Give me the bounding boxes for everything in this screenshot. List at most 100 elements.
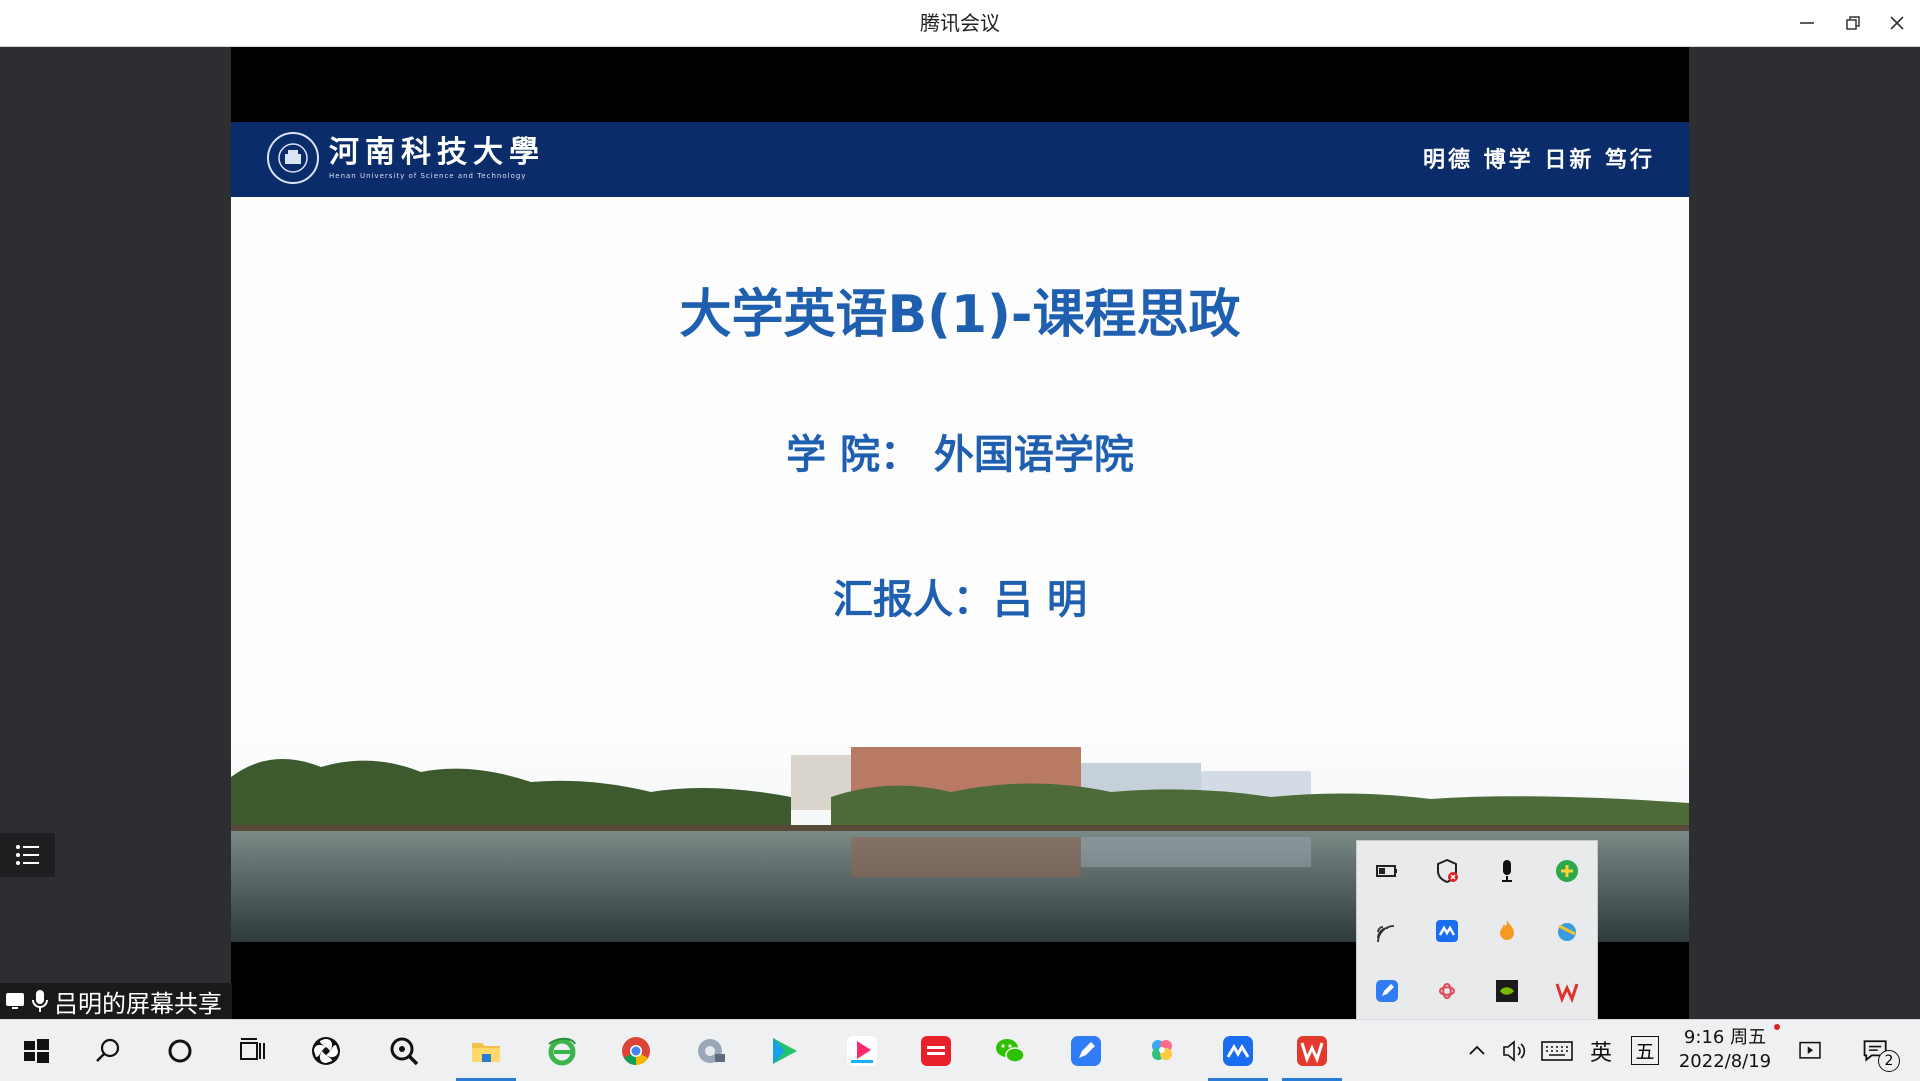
wireless-icon — [1377, 925, 1395, 943]
taskbar-app-magnifier[interactable] — [374, 1020, 434, 1081]
taskbar-clock[interactable]: 9:16 周五 2022/8/19 — [1660, 1026, 1790, 1074]
cortana-button[interactable] — [150, 1020, 210, 1081]
touch-keyboard-button[interactable] — [1534, 1040, 1580, 1062]
slide-title: 大学英语B(1)-课程思政 — [679, 285, 1241, 345]
volume-button[interactable] — [1494, 1039, 1534, 1063]
flower-icon — [1152, 1039, 1172, 1060]
tray-microphone[interactable] — [1477, 841, 1537, 901]
task-view-button[interactable] — [222, 1020, 282, 1081]
university-seal-icon — [267, 132, 319, 184]
tray-knot-app[interactable] — [1417, 961, 1477, 1021]
taskbar-photos-app[interactable] — [1132, 1020, 1192, 1081]
tray-wireless[interactable] — [1357, 901, 1417, 961]
globe-pen-icon — [1558, 923, 1576, 941]
action-center-button[interactable]: 2 — [1846, 1020, 1906, 1081]
magnifier-icon — [390, 1037, 419, 1065]
taskbar-app-gear[interactable] — [680, 1020, 740, 1081]
tray-tencent-meeting[interactable] — [1417, 901, 1477, 961]
search-button[interactable] — [78, 1020, 138, 1081]
tray-security[interactable] — [1417, 841, 1477, 901]
clock-date: 2022/8/19 — [1678, 1051, 1772, 1072]
notification-count-badge: 2 — [1878, 1050, 1900, 1072]
presentation-slide: 河南科技大學 Henan University of Science and T… — [231, 122, 1689, 942]
tencent-meeting-icon — [1223, 1035, 1253, 1066]
taskbar-youdao[interactable] — [906, 1020, 966, 1081]
pen-note-icon — [1376, 980, 1398, 1002]
search-icon — [96, 1038, 120, 1062]
close-button[interactable] — [1874, 0, 1920, 46]
taskbar: 英 五 9:16 周五 2022/8/19 2 — [0, 1019, 1920, 1081]
show-desktop-button[interactable] — [1780, 1020, 1840, 1081]
windows-icon — [24, 1038, 49, 1063]
meeting-stage: 河南科技大學 Henan University of Science and T… — [0, 47, 1920, 1019]
share-label-text: 吕明的屏幕共享 — [54, 989, 222, 1018]
screen-share-icon — [6, 993, 24, 1009]
start-button[interactable] — [6, 1020, 66, 1081]
title-bar: 腾讯会议 — [0, 0, 1920, 47]
restore-button[interactable] — [1830, 0, 1876, 46]
battery-icon — [1376, 865, 1397, 877]
taskbar-app-pinwheel[interactable] — [296, 1020, 356, 1081]
taskbar-file-explorer[interactable] — [456, 1020, 516, 1081]
tencent-meeting-icon — [1436, 920, 1458, 942]
slide-college: 学 院： 外国语学院 — [786, 432, 1134, 478]
slide-header: 河南科技大學 Henan University of Science and T… — [231, 122, 1689, 197]
screen-share-indicator: 吕明的屏幕共享 — [0, 983, 232, 1019]
window-title: 腾讯会议 — [920, 11, 1000, 35]
nvidia-icon — [1496, 980, 1518, 1002]
tray-lark[interactable] — [1357, 961, 1417, 1021]
tray-network-app[interactable] — [1537, 901, 1597, 961]
knot-icon — [1438, 982, 1456, 1000]
minimize-button[interactable] — [1784, 0, 1830, 46]
taskbar-chrome[interactable] — [606, 1020, 666, 1081]
university-motto: 明德 博学 日新 笃行 — [1423, 148, 1655, 173]
pen-note-icon — [1071, 1035, 1101, 1066]
wps-icon — [1297, 1035, 1327, 1066]
taskbar-lark[interactable] — [1056, 1020, 1116, 1081]
youku-icon — [847, 1035, 877, 1066]
wps-icon — [1555, 983, 1579, 1004]
flame-icon — [1500, 920, 1514, 940]
show-hidden-icons-button[interactable] — [1460, 1041, 1494, 1061]
slide-reporter: 汇报人：吕 明 — [833, 577, 1087, 623]
tray-battery[interactable] — [1357, 841, 1417, 901]
task-view-icon — [240, 1037, 265, 1060]
green-plus-icon — [1556, 860, 1578, 882]
youdao-icon — [921, 1035, 951, 1066]
wechat-icon — [996, 1038, 1025, 1063]
tray-wps[interactable] — [1537, 961, 1597, 1021]
taskbar-video-player[interactable] — [754, 1020, 814, 1081]
tray-fire-app[interactable] — [1477, 901, 1537, 961]
close-icon — [1890, 16, 1904, 30]
system-tray: 英 五 — [1460, 1020, 1668, 1081]
taskbar-wps[interactable] — [1282, 1020, 1342, 1081]
clock-time: 9:16 周五 — [1683, 1027, 1767, 1048]
screen-play-icon — [1799, 1041, 1821, 1059]
cortana-ring-icon — [168, 1039, 192, 1062]
taskbar-wechat[interactable] — [980, 1020, 1040, 1081]
tray-nvidia[interactable] — [1477, 961, 1537, 1021]
restore-icon — [1846, 16, 1860, 30]
keyboard-icon — [1541, 1040, 1573, 1061]
chrome-icon — [622, 1036, 650, 1065]
university-logo: 河南科技大學 Henan University of Science and T… — [267, 132, 545, 184]
taskbar-edge-browser[interactable] — [532, 1020, 592, 1081]
taskbar-youku[interactable] — [832, 1020, 892, 1081]
ime-language-button[interactable]: 英 — [1580, 1035, 1622, 1067]
shield-alert-icon — [1437, 858, 1458, 884]
internet-explorer-icon — [548, 1037, 576, 1065]
microphone-icon — [1502, 860, 1512, 882]
tray-overflow-popup — [1356, 840, 1598, 1022]
taskbar-tencent-meeting[interactable] — [1208, 1020, 1268, 1081]
folder-icon — [472, 1042, 500, 1062]
gear-computer-icon — [698, 1038, 725, 1063]
tray-health-app[interactable] — [1537, 841, 1597, 901]
microphone-icon — [32, 990, 48, 1012]
pinwheel-icon — [312, 1036, 340, 1065]
university-name-cn: 河南科技大學 — [329, 135, 545, 170]
minimize-icon — [1800, 22, 1814, 24]
list-icon — [15, 845, 39, 865]
floating-menu-button[interactable] — [0, 833, 55, 877]
university-name-en: Henan University of Science and Technolo… — [329, 172, 527, 180]
chevron-up-icon — [1469, 1045, 1485, 1055]
